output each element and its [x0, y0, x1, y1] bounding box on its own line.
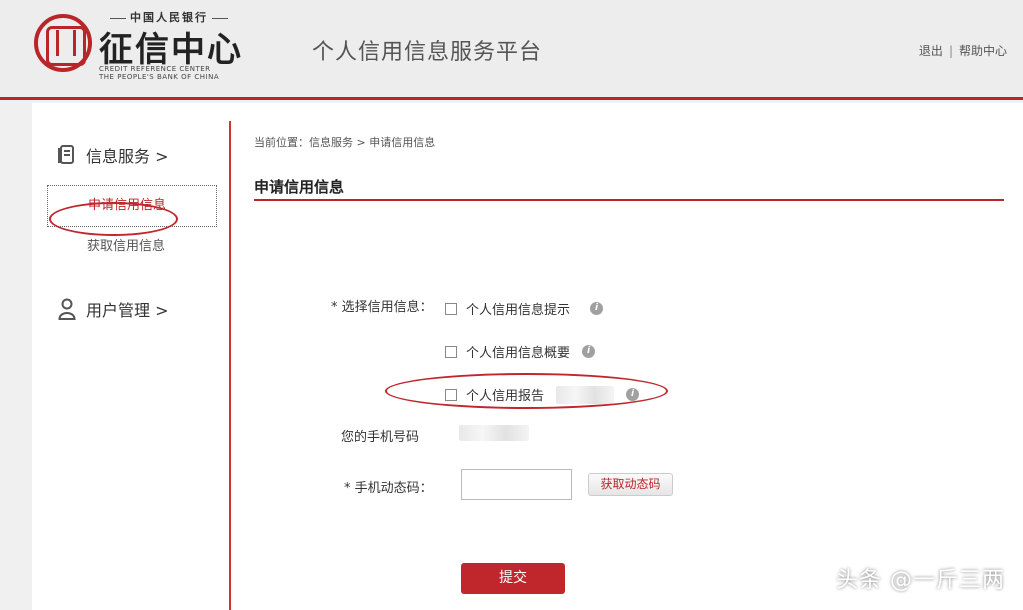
- sidebar: 信息服务 > 申请信用信息 获取信用信息 用户管理 >: [32, 121, 231, 610]
- info-icon[interactable]: i: [626, 388, 640, 401]
- info-icon[interactable]: i: [582, 345, 596, 358]
- select-credit-info-label: * 选择信用信息：: [331, 300, 433, 315]
- option-checkbox[interactable]: [445, 388, 457, 401]
- submit-button[interactable]: 提交: [461, 563, 565, 594]
- logo-seal-icon: [34, 14, 92, 72]
- option-credit-info-tip: 个人信用信息提示 i: [445, 299, 604, 318]
- logout-link[interactable]: 退出: [919, 44, 943, 58]
- sidebar-group-label: 用户管理 >: [86, 301, 169, 320]
- phone-number-label: 您的手机号码: [341, 430, 420, 445]
- document-icon: [56, 144, 78, 166]
- option-checkbox[interactable]: [445, 345, 457, 358]
- option-credit-info-summary: 个人信用信息概要 i: [445, 342, 596, 361]
- option-checkbox[interactable]: [445, 302, 457, 315]
- logo-name: 征信中心: [99, 30, 243, 70]
- dynamic-code-input[interactable]: [461, 469, 572, 500]
- option-label: 个人信用报告: [466, 389, 545, 404]
- header: 中国人民银行 征信中心 CREDIT REFERENCE CENTER THE …: [0, 0, 1023, 100]
- help-center-link[interactable]: 帮助中心: [959, 44, 1007, 58]
- sidebar-item-apply-credit-info[interactable]: 申请信用信息: [47, 185, 217, 227]
- title-divider: [254, 199, 1004, 201]
- option-credit-report: 个人信用报告 i: [445, 385, 640, 404]
- dynamic-code-label: * 手机动态码：: [344, 481, 433, 496]
- sidebar-item-get-credit-info[interactable]: 获取信用信息: [47, 227, 217, 269]
- platform-title: 个人信用信息服务平台: [312, 40, 543, 65]
- logo-english-line1: CREDIT REFERENCE CENTER: [99, 65, 211, 73]
- sidebar-group-user-management[interactable]: 用户管理 >: [56, 297, 169, 321]
- top-links: 退出 | 帮助中心: [919, 42, 1007, 59]
- breadcrumb: 当前位置：信息服务 > 申请信用信息: [254, 136, 436, 149]
- redacted-phone-number: [459, 425, 529, 441]
- option-label: 个人信用信息提示: [466, 303, 571, 318]
- get-dynamic-code-button[interactable]: 获取动态码: [588, 473, 673, 496]
- watermark: 头条 @一斤三两: [836, 568, 1005, 593]
- link-separator: |: [948, 44, 953, 58]
- option-label: 个人信用信息概要: [466, 346, 571, 361]
- info-icon[interactable]: i: [590, 302, 604, 315]
- user-icon: [56, 298, 78, 320]
- redacted-area: [556, 385, 615, 404]
- main-panel: 信息服务 > 申请信用信息 获取信用信息 用户管理 > 当前位置：信息服务 > …: [32, 103, 1023, 610]
- sidebar-group-info-service[interactable]: 信息服务 >: [56, 143, 169, 167]
- logo-english-line2: THE PEOPLE'S BANK OF CHINA: [99, 73, 220, 81]
- page-title: 申请信用信息: [254, 178, 345, 196]
- sidebar-group-label: 信息服务 >: [86, 147, 169, 166]
- content-area: 当前位置：信息服务 > 申请信用信息 申请信用信息 * 选择信用信息： 个人信用…: [254, 103, 1004, 610]
